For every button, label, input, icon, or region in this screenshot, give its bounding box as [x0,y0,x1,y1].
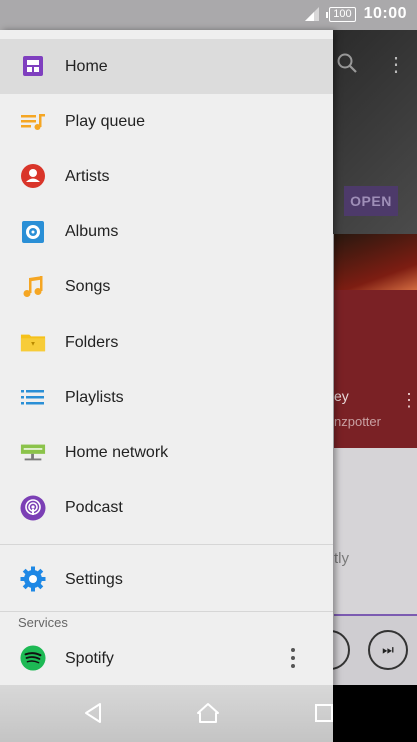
drawer-item-settings[interactable]: Settings [0,552,333,607]
drawer-menu: Home Play queue Artists Albums Songs Fol… [0,39,333,536]
drawer-item-label: Home network [65,443,169,461]
music-note-icon [20,274,46,300]
divider [0,544,333,545]
drawer-item-spotify[interactable]: Spotify [0,631,333,687]
drawer-item-label: Playlists [65,388,124,406]
now-playing-card: ey nzpotter ⋮ [334,290,417,448]
drawer-item-label: Home [65,57,108,75]
spotify-icon [20,645,46,671]
drawer-item-label: Settings [65,570,123,588]
drawer-item-podcast[interactable]: Podcast [0,481,333,536]
skip-next-icon: ⏭ [368,630,408,670]
drawer-item-label: Spotify [65,650,114,667]
play-queue-icon [20,108,46,134]
divider [0,611,333,612]
overflow-menu-icon: ⋮ [386,54,406,76]
background-partial-text: tly [334,550,349,567]
folder-icon [20,329,46,355]
system-nav-bar-drawer [0,685,333,742]
status-bar: 100 10:00 [0,0,417,30]
status-clock: 10:00 [363,5,407,22]
drawer-item-label: Songs [65,278,111,296]
home-grid-icon [20,53,46,79]
podcast-icon [20,495,46,521]
battery-icon: 100 [326,6,356,22]
drawer-item-label: Artists [65,167,110,185]
playlist-icon [20,384,46,410]
drawer-item-play-queue[interactable]: Play queue [0,94,333,149]
drawer-item-label: Podcast [65,499,123,517]
drawer-item-songs[interactable]: Songs [0,260,333,315]
drawer-item-albums[interactable]: Albums [0,205,333,260]
gear-icon [20,566,46,592]
drawer-item-playlists[interactable]: Playlists [0,370,333,425]
album-icon [20,219,46,245]
recent-apps-icon[interactable] [312,701,336,725]
home-icon[interactable] [196,701,220,725]
drawer-item-label: Albums [65,223,119,241]
now-playing-title: ey [334,388,349,404]
spotify-more-options-icon[interactable] [290,648,296,670]
drawer-item-label: Play queue [65,112,146,130]
artist-icon [20,163,46,189]
home-network-icon [20,439,46,465]
drawer-item-artists[interactable]: Artists [0,149,333,204]
drawer-item-home[interactable]: Home [0,39,333,95]
signal-icon [305,7,320,21]
search-icon [337,53,357,73]
open-button: OPEN [344,186,398,216]
drawer-item-folders[interactable]: Folders [0,315,333,370]
navigation-drawer: Home Play queue Artists Albums Songs Fol… [0,30,333,742]
back-icon[interactable] [82,701,106,725]
overflow-menu-icon: ⋮ [400,390,417,410]
mini-player: ⏭ [310,614,417,688]
services-section-label: Services [18,615,68,630]
drawer-item-label: Folders [65,333,119,351]
now-playing-artist: nzpotter [334,414,381,429]
drawer-item-home-network[interactable]: Home network [0,425,333,480]
